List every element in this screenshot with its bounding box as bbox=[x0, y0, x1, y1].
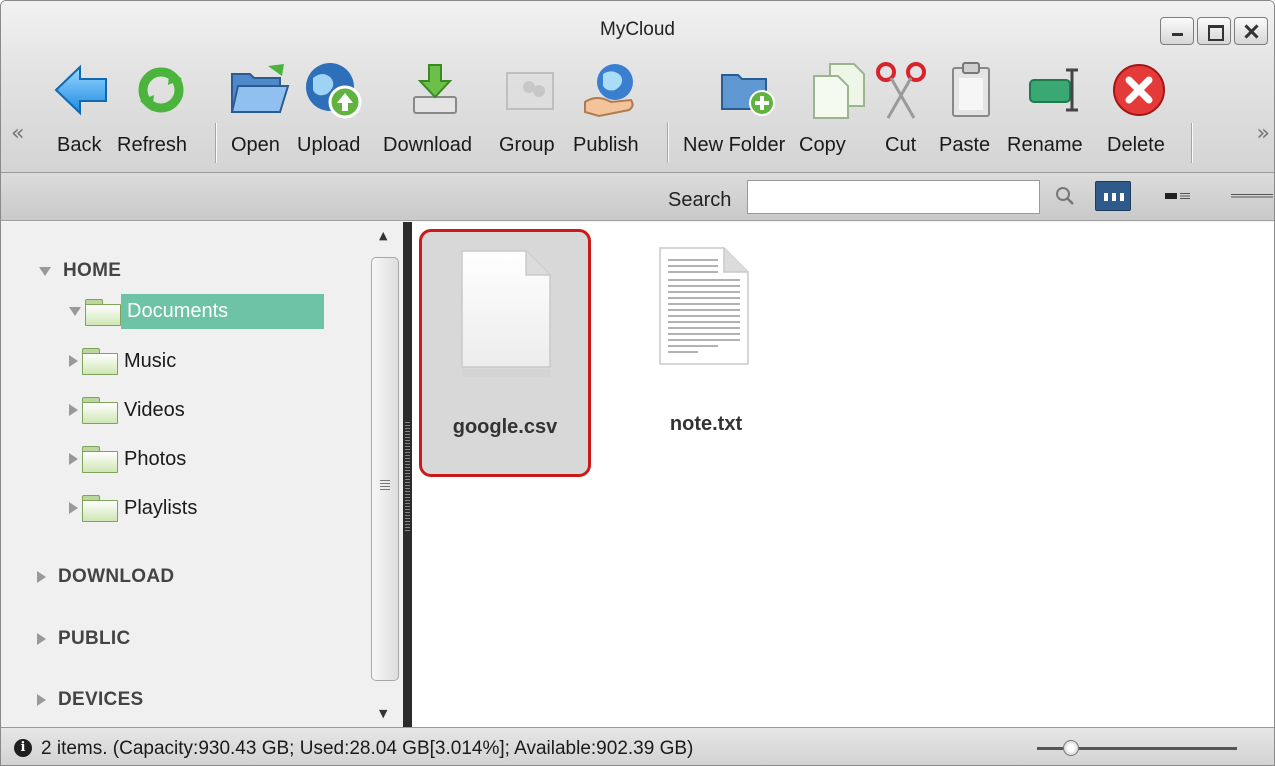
folder-icon bbox=[82, 495, 118, 522]
tree-item-documents[interactable]: Documents bbox=[69, 294, 325, 329]
status-bar: i 2 items. (Capacity:930.43 GB; Used:28.… bbox=[1, 727, 1274, 765]
file-item-google-csv[interactable]: google.csv bbox=[419, 229, 591, 477]
status-text: 2 items. (Capacity:930.43 GB; Used:28.04… bbox=[41, 738, 694, 759]
back-arrow-icon[interactable] bbox=[51, 59, 111, 121]
tree-scrollbar[interactable]: ▲ ▼ bbox=[371, 225, 399, 722]
toolbar-separator bbox=[1191, 123, 1192, 163]
search-bar: Search bbox=[1, 173, 1274, 221]
group-icon[interactable] bbox=[501, 59, 561, 121]
tree-item-label: Playlists bbox=[124, 496, 198, 519]
delete-button[interactable]: Delete bbox=[1107, 134, 1165, 157]
upload-button[interactable]: Upload bbox=[297, 134, 360, 157]
search-input[interactable] bbox=[747, 180, 1040, 214]
tree-root-label: HOME bbox=[63, 260, 122, 281]
toolbar-separator bbox=[667, 123, 668, 163]
rename-button[interactable]: Rename bbox=[1007, 134, 1083, 157]
tree-root-public[interactable]: PUBLIC bbox=[37, 628, 131, 650]
toolbar-area: MyCloud « » Back Refresh Open Upload Dow… bbox=[1, 1, 1274, 173]
expand-arrow-icon[interactable] bbox=[39, 266, 51, 276]
new-folder-button[interactable]: New Folder bbox=[683, 134, 785, 157]
collapse-arrow-icon[interactable] bbox=[69, 404, 78, 416]
panel-splitter[interactable] bbox=[403, 222, 412, 727]
back-button[interactable]: Back bbox=[57, 134, 101, 157]
tree-item-label: Documents bbox=[121, 294, 325, 329]
open-folder-icon[interactable] bbox=[227, 59, 293, 121]
tree-item-label: Videos bbox=[124, 398, 185, 421]
info-icon: i bbox=[14, 739, 32, 757]
zoom-slider[interactable] bbox=[1037, 740, 1237, 756]
collapse-arrow-icon[interactable] bbox=[69, 355, 78, 367]
tree-root-download[interactable]: DOWNLOAD bbox=[37, 566, 174, 588]
close-window-button[interactable] bbox=[1234, 17, 1268, 45]
toolbar-scroll-left-icon[interactable]: « bbox=[11, 121, 24, 146]
refresh-button[interactable]: Refresh bbox=[117, 134, 187, 157]
new-folder-icon[interactable] bbox=[717, 59, 777, 121]
tree-item-playlists[interactable]: Playlists bbox=[69, 495, 198, 522]
tree-root-label: PUBLIC bbox=[58, 628, 131, 649]
tree-root-devices[interactable]: DEVICES bbox=[37, 689, 144, 711]
list-view-button[interactable] bbox=[1229, 181, 1273, 211]
icon-view-button[interactable] bbox=[1095, 181, 1131, 211]
file-name: google.csv bbox=[452, 416, 558, 438]
mycloud-window: MyCloud « » Back Refresh Open Upload Dow… bbox=[0, 0, 1275, 766]
tree-root-label: DEVICES bbox=[58, 689, 144, 710]
collapse-arrow-icon[interactable] bbox=[37, 571, 46, 583]
publish-button[interactable]: Publish bbox=[573, 134, 639, 157]
group-button[interactable]: Group bbox=[499, 134, 555, 157]
copy-icon[interactable] bbox=[807, 59, 871, 121]
window-controls bbox=[1160, 17, 1268, 45]
tree-item-music[interactable]: Music bbox=[69, 348, 177, 375]
folder-icon bbox=[82, 446, 118, 473]
folder-icon bbox=[82, 348, 118, 375]
expand-arrow-icon[interactable] bbox=[69, 307, 81, 316]
file-item-note-txt[interactable]: note.txt bbox=[620, 229, 792, 477]
grip-icon bbox=[380, 480, 390, 490]
file-name: note.txt bbox=[669, 413, 743, 435]
blank-file-icon bbox=[460, 249, 552, 384]
grip-icon bbox=[405, 422, 410, 532]
download-icon[interactable] bbox=[405, 59, 465, 121]
paste-icon[interactable] bbox=[943, 59, 999, 121]
download-button[interactable]: Download bbox=[383, 134, 472, 157]
collapse-arrow-icon[interactable] bbox=[37, 633, 46, 645]
tree-item-videos[interactable]: Videos bbox=[69, 397, 185, 424]
paste-button[interactable]: Paste bbox=[939, 134, 990, 157]
search-icon[interactable] bbox=[1053, 184, 1079, 210]
rename-icon[interactable] bbox=[1025, 59, 1085, 121]
tree-root-label: DOWNLOAD bbox=[58, 566, 175, 587]
tree-item-label: Music bbox=[124, 349, 177, 372]
upload-globe-icon[interactable] bbox=[303, 59, 363, 121]
collapse-arrow-icon[interactable] bbox=[69, 502, 78, 514]
file-area: google.csv note.txt bbox=[412, 222, 1274, 727]
scrollbar-thumb[interactable] bbox=[371, 257, 399, 681]
minimize-button[interactable] bbox=[1160, 17, 1194, 45]
folder-icon bbox=[85, 298, 121, 326]
toolbar-separator bbox=[215, 123, 216, 163]
delete-icon[interactable] bbox=[1109, 59, 1169, 121]
tree-root-home[interactable]: HOME bbox=[39, 260, 121, 282]
collapse-arrow-icon[interactable] bbox=[37, 694, 46, 706]
search-label: Search bbox=[668, 189, 732, 211]
window-title: MyCloud bbox=[600, 19, 675, 40]
scroll-up-icon[interactable]: ▲ bbox=[379, 229, 387, 242]
publish-icon[interactable] bbox=[579, 59, 643, 121]
scissors-icon[interactable] bbox=[873, 59, 929, 121]
scroll-down-icon[interactable]: ▼ bbox=[379, 707, 387, 720]
folder-tree: HOME Documents Music Videos Photos Playl… bbox=[1, 222, 403, 727]
text-file-icon bbox=[658, 246, 750, 381]
cut-button[interactable]: Cut bbox=[885, 134, 916, 157]
zoom-slider-knob[interactable] bbox=[1063, 740, 1079, 756]
tree-item-label: Photos bbox=[124, 447, 187, 470]
tree-item-photos[interactable]: Photos bbox=[69, 446, 187, 473]
folder-icon bbox=[82, 397, 118, 424]
open-button[interactable]: Open bbox=[231, 134, 280, 157]
collapse-arrow-icon[interactable] bbox=[69, 453, 78, 465]
copy-button[interactable]: Copy bbox=[799, 134, 846, 157]
toolbar-scroll-right-icon[interactable]: » bbox=[1257, 121, 1270, 146]
refresh-icon[interactable] bbox=[135, 59, 187, 121]
maximize-button[interactable] bbox=[1197, 17, 1231, 45]
detail-view-button[interactable] bbox=[1161, 181, 1197, 211]
